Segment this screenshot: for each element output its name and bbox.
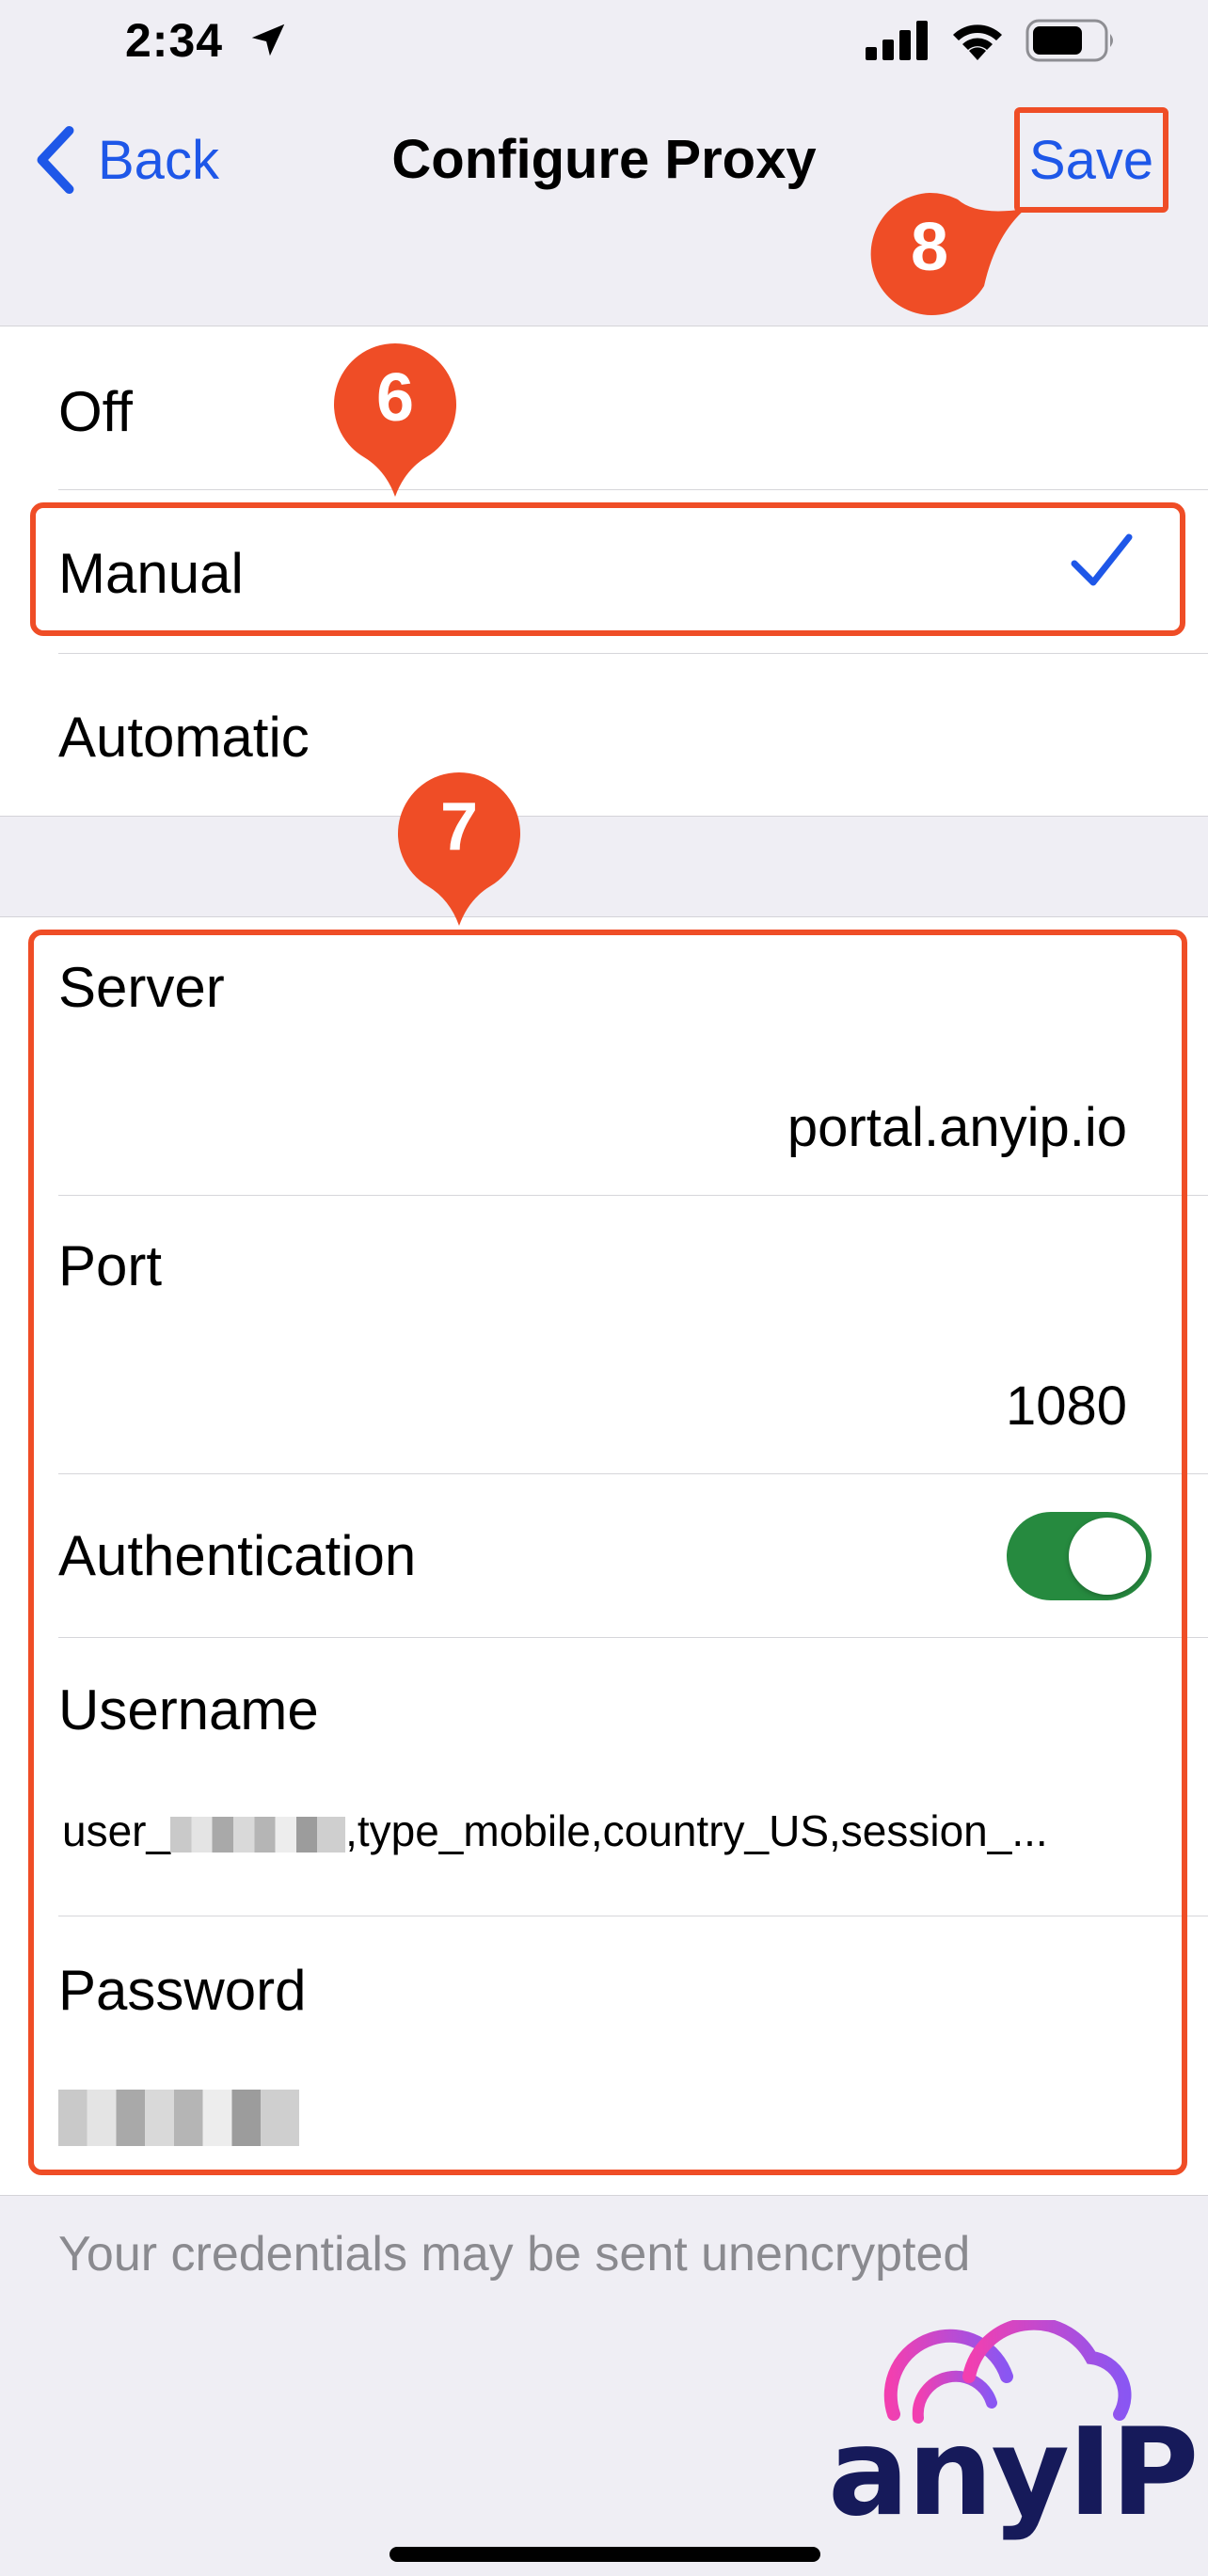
proxy-mode-label: Automatic <box>58 706 310 769</box>
wifi-icon <box>953 24 1002 60</box>
badge-number: 6 <box>375 360 415 436</box>
settings-highlight-frame <box>28 930 1187 2175</box>
badge-number: 8 <box>910 210 949 285</box>
proxy-mode-automatic[interactable]: Automatic <box>58 654 1208 818</box>
home-indicator <box>389 2547 820 2562</box>
save-label: Save <box>1028 129 1154 191</box>
badge-number: 7 <box>439 789 479 865</box>
proxy-mode-label: Off <box>58 380 133 443</box>
anyip-logo: anyIP <box>828 2320 1199 2543</box>
status-time: 2:34 <box>125 14 224 67</box>
battery-icon <box>1025 19 1113 62</box>
proxy-mode-off[interactable]: Off <box>58 326 1208 490</box>
step-badge-6: 6 <box>329 339 461 497</box>
cellular-signal-icon <box>866 21 928 60</box>
save-button[interactable]: Save <box>1014 107 1168 213</box>
logo-text: anyIP <box>828 2403 1199 2543</box>
step-badge-7: 7 <box>393 768 525 926</box>
status-bar: 2:34 <box>0 0 1208 85</box>
credentials-warning: Your credentials may be sent unencrypted <box>58 2227 971 2282</box>
manual-highlight-frame <box>30 502 1185 636</box>
location-arrow-icon <box>251 24 285 56</box>
step-badge-8: 8 <box>864 188 1025 320</box>
